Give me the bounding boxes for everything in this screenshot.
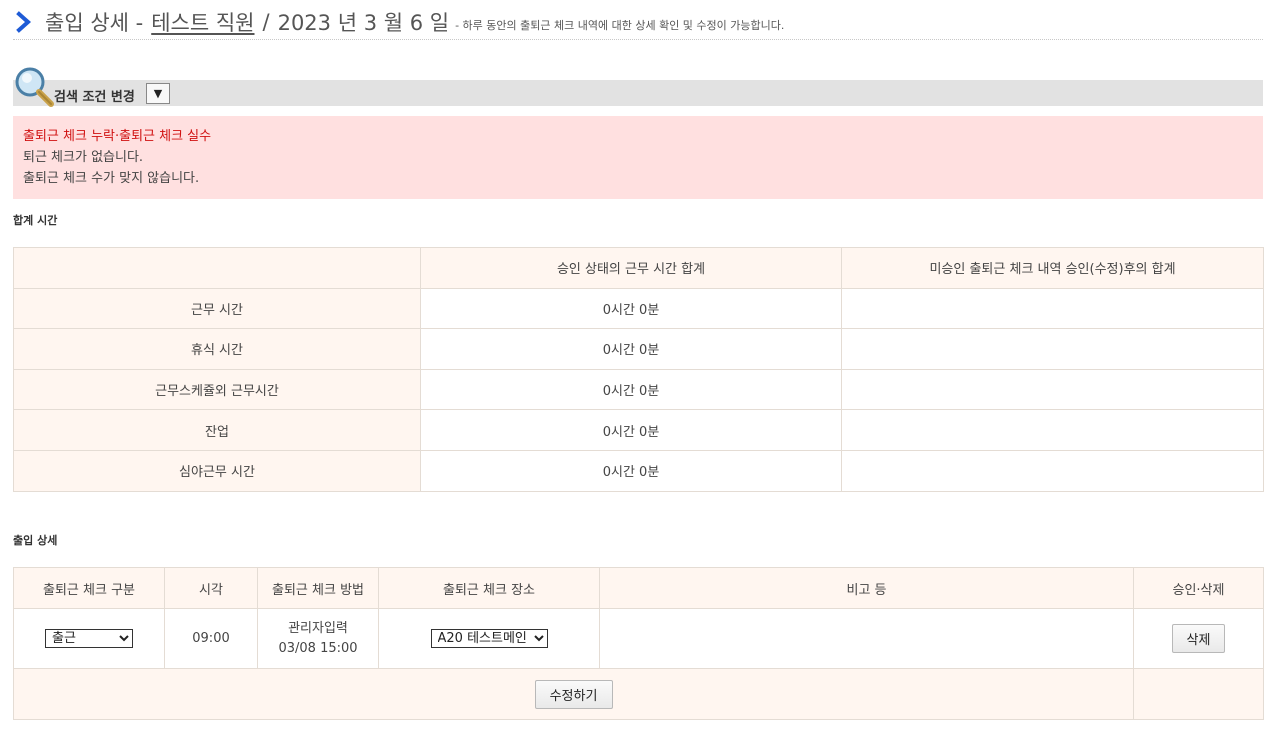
chevron-right-icon xyxy=(16,10,32,33)
alert-title: 출퇴근 체크 누락·출퇴근 체크 실수 xyxy=(23,129,212,144)
table-header-row: 승인 상태의 근무 시간 합계 미승인 출퇴근 체크 내역 승인(수정)후의 합… xyxy=(13,247,1264,289)
row-label: 휴식 시간 xyxy=(13,328,421,370)
method-text: 관리자입력 xyxy=(288,620,348,636)
column-header: 승인·삭제 xyxy=(1133,567,1264,609)
table-footer-row: 수정하기 xyxy=(13,668,1264,720)
method-cell: 관리자입력 03/08 15:00 xyxy=(257,608,379,669)
attendance-detail-table: 출퇴근 체크 구분 시각 출퇴근 체크 방법 출퇴근 체크 장소 비고 등 승인… xyxy=(13,567,1264,720)
row-label: 근무 시간 xyxy=(13,287,421,330)
after-approval-total xyxy=(841,368,1264,411)
approved-total: 0시간 0분 xyxy=(420,368,842,411)
page: 출입 상세 - 테스트 직원 / 2023 년 3 월 6 일 - 하루 동안의… xyxy=(0,0,1281,735)
page-date: 2023 년 3 월 6 일 xyxy=(277,10,450,35)
location-cell: A20 테스트메인 xyxy=(378,608,600,669)
page-description: - 하루 동안의 출퇴근 체크 내역에 대한 상세 확인 및 수정이 가능합니다… xyxy=(455,18,785,32)
column-header: 비고 등 xyxy=(599,567,1134,609)
approved-total: 0시간 0분 xyxy=(420,449,842,492)
method-timestamp: 03/08 15:00 xyxy=(278,640,358,656)
table-row: 잔업 0시간 0분 xyxy=(13,409,1264,451)
location-select[interactable]: A20 테스트메인 xyxy=(430,629,548,648)
column-header: 출퇴근 체크 방법 xyxy=(257,567,379,609)
table-row: 휴식 시간 0시간 0분 xyxy=(13,328,1264,370)
search-toggle-button[interactable]: ▼ xyxy=(146,83,170,104)
table-row: 근무 시간 0시간 0분 xyxy=(13,287,1264,330)
employee-link[interactable]: 테스트 직원 xyxy=(151,7,254,37)
error-alert: 출퇴근 체크 누락·출퇴근 체크 실수 퇴근 체크가 없습니다. 출퇴근 체크 … xyxy=(13,116,1263,199)
totals-section-title: 합계 시간 xyxy=(13,214,58,227)
column-header: 출퇴근 체크 장소 xyxy=(378,567,600,609)
table-row: 근무스케쥴외 근무시간 0시간 0분 xyxy=(13,368,1264,411)
time-cell: 09:00 xyxy=(164,608,258,669)
edit-button[interactable]: 수정하기 xyxy=(534,679,613,709)
delete-button[interactable]: 삭제 xyxy=(1172,624,1225,653)
approved-total: 0시간 0분 xyxy=(420,328,842,370)
column-header: 시각 xyxy=(164,567,258,609)
empty-cell xyxy=(1133,668,1264,720)
note-cell xyxy=(599,608,1134,669)
action-cell: 삭제 xyxy=(1133,608,1264,669)
page-title: 출입 상세 - xyxy=(45,10,144,35)
column-header xyxy=(13,247,421,289)
after-approval-total xyxy=(841,287,1264,330)
alert-line: 출퇴근 체크 수가 맞지 않습니다. xyxy=(23,171,200,186)
row-label: 잔업 xyxy=(13,409,421,451)
detail-section-title: 출입 상세 xyxy=(13,534,58,547)
after-approval-total xyxy=(841,409,1264,451)
title-separator: / xyxy=(262,9,270,34)
column-header: 출퇴근 체크 구분 xyxy=(13,567,165,609)
after-approval-total xyxy=(841,449,1264,492)
edit-cell: 수정하기 xyxy=(13,668,1134,720)
after-approval-total xyxy=(841,328,1264,370)
row-label: 심야근무 시간 xyxy=(13,449,421,492)
search-condition-label: 검색 조건 변경 xyxy=(54,90,135,105)
check-type-cell: 출근 xyxy=(13,608,165,669)
approved-total: 0시간 0분 xyxy=(420,287,842,330)
column-header: 승인 상태의 근무 시간 합계 xyxy=(420,247,842,289)
totals-table: 승인 상태의 근무 시간 합계 미승인 출퇴근 체크 내역 승인(수정)후의 합… xyxy=(13,247,1264,492)
page-header: 출입 상세 - 테스트 직원 / 2023 년 3 월 6 일 - 하루 동안의… xyxy=(13,4,1263,40)
check-type-select[interactable]: 출근 xyxy=(45,629,133,648)
row-label: 근무스케쥴외 근무시간 xyxy=(13,368,421,411)
table-row: 출근 09:00 관리자입력 03/08 15:00 A20 테스트메인 삭제 xyxy=(13,608,1264,669)
approved-total: 0시간 0분 xyxy=(420,409,842,451)
alert-line: 퇴근 체크가 없습니다. xyxy=(23,150,144,165)
column-header: 미승인 출퇴근 체크 내역 승인(수정)후의 합계 xyxy=(841,247,1264,289)
table-header-row: 출퇴근 체크 구분 시각 출퇴근 체크 방법 출퇴근 체크 장소 비고 등 승인… xyxy=(13,567,1264,609)
table-row: 심야근무 시간 0시간 0분 xyxy=(13,449,1264,492)
magnifier-icon xyxy=(15,67,54,107)
search-condition-bar xyxy=(13,80,1263,106)
